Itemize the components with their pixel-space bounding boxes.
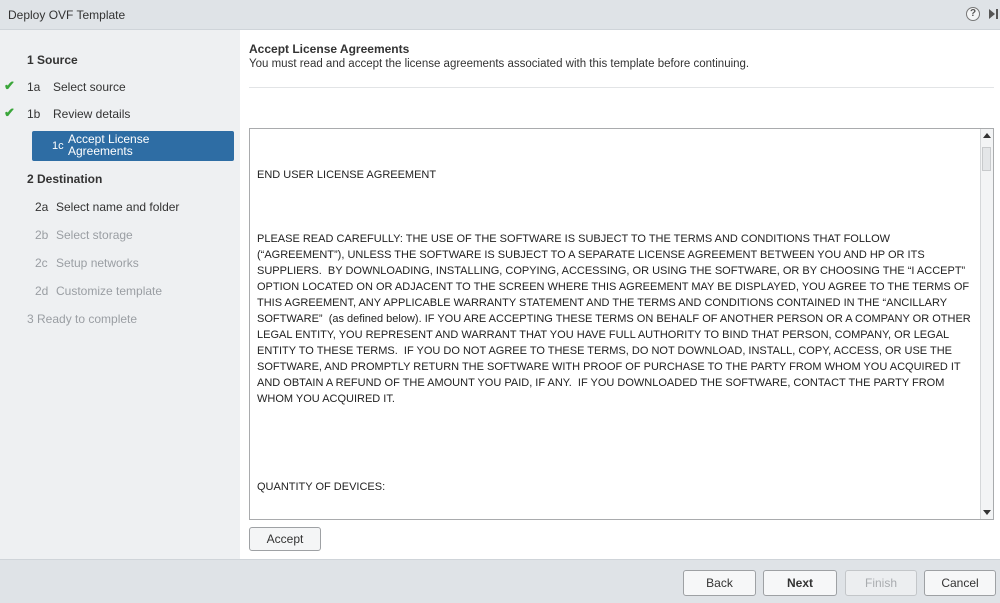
nav-section-ready: 3 Ready to complete — [0, 308, 240, 330]
license-heading: END USER LICENSE AGREEMENT — [257, 169, 437, 181]
finish-button: Finish — [845, 570, 917, 596]
nav-item-label: Select storage — [56, 228, 133, 242]
nav-item-accept-license[interactable]: 1c Accept License Agreements — [32, 131, 234, 161]
expand-arrow-icon[interactable] — [989, 9, 998, 19]
nav-item-label: Customize template — [56, 284, 163, 298]
nav-section-label: 2 Destination — [27, 172, 103, 186]
nav-section-label: 1 Source — [27, 53, 78, 67]
nav-item-label: Setup networks — [56, 256, 139, 270]
page-description: You must read and accept the license agr… — [249, 58, 750, 70]
nav-item-select-name-folder[interactable]: 2a Select name and folder — [0, 196, 240, 218]
nav-section-destination: 2 Destination — [0, 168, 240, 190]
license-quantity-label: QUANTITY OF DEVICES: — [257, 481, 386, 493]
page-title: Accept License Agreements — [249, 42, 410, 56]
nav-item-label: Accept License Agreements — [68, 132, 150, 158]
nav-item-number: 1c — [52, 140, 64, 152]
accept-button[interactable]: Accept — [249, 527, 321, 551]
vertical-scrollbar[interactable] — [980, 129, 993, 519]
scroll-down-arrow-icon[interactable] — [983, 510, 991, 515]
nav-section-label: 3 Ready to complete — [27, 312, 138, 326]
back-button[interactable]: Back — [683, 570, 756, 596]
check-icon: ✔ — [4, 105, 15, 120]
nav-item-setup-networks: 2c Setup networks — [0, 252, 240, 274]
nav-item-review-details[interactable]: ✔ 1b Review details — [0, 103, 240, 125]
nav-item-select-source[interactable]: ✔ 1a Select source — [0, 76, 240, 98]
nav-item-select-storage: 2b Select storage — [0, 224, 240, 246]
cancel-button[interactable]: Cancel — [924, 570, 996, 596]
license-body: PLEASE READ CAREFULLY: THE USE OF THE SO… — [257, 233, 974, 405]
check-icon: ✔ — [4, 78, 15, 93]
wizard-footer: Back Next Finish Cancel — [0, 559, 1000, 603]
nav-item-customize-template: 2d Customize template — [0, 280, 240, 302]
wizard-nav: 1 Source ✔ 1a Select source ✔ 1b Review … — [0, 30, 240, 559]
license-text: END USER LICENSE AGREEMENT PLEASE READ C… — [257, 135, 977, 439]
nav-item-number: 2b — [35, 228, 49, 242]
nav-section-source: 1 Source — [0, 49, 240, 71]
help-icon[interactable]: ? — [966, 7, 980, 21]
next-button[interactable]: Next — [763, 570, 837, 596]
title-bar: Deploy OVF Template ? — [0, 0, 1000, 30]
divider — [249, 87, 994, 88]
window-title: Deploy OVF Template — [8, 8, 126, 22]
scroll-thumb[interactable] — [982, 147, 991, 171]
nav-item-label: Review details — [53, 107, 131, 121]
nav-item-number: 2d — [35, 284, 49, 298]
nav-item-number: 1a — [27, 80, 41, 94]
nav-item-label: Select source — [53, 80, 126, 94]
license-text-area[interactable]: END USER LICENSE AGREEMENT PLEASE READ C… — [249, 128, 994, 520]
nav-item-label: Select name and folder — [56, 200, 180, 214]
nav-item-number: 2c — [35, 256, 48, 270]
scroll-up-arrow-icon[interactable] — [983, 133, 991, 138]
nav-item-number: 2a — [35, 200, 49, 214]
nav-item-number: 1b — [27, 107, 41, 121]
